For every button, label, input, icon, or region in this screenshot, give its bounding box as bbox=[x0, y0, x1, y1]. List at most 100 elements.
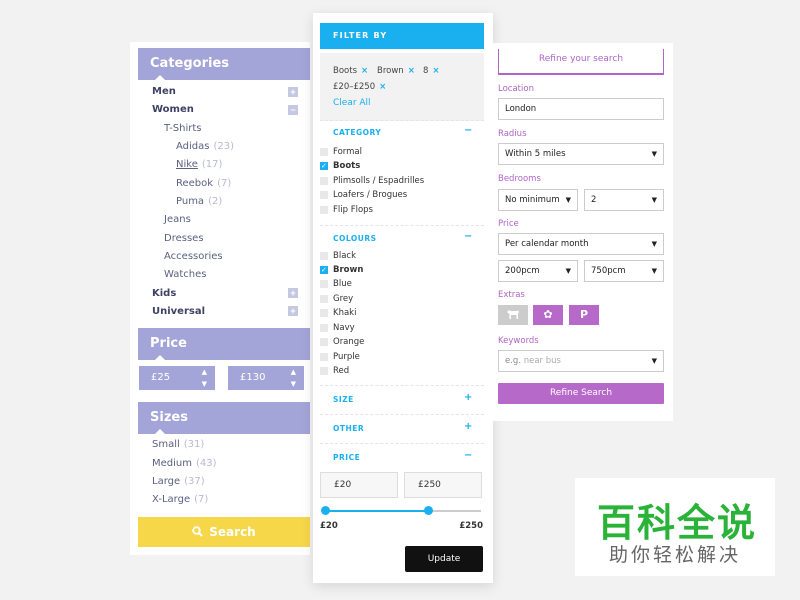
size-section-title[interactable]: SIZE bbox=[333, 395, 354, 404]
option-label: Grey bbox=[333, 294, 354, 304]
price-max-select[interactable]: 750pcm ▼ bbox=[584, 260, 664, 282]
update-button[interactable]: Update bbox=[405, 546, 483, 572]
divider bbox=[320, 443, 484, 444]
other-section-title[interactable]: OTHER bbox=[333, 424, 364, 433]
pets-toggle[interactable] bbox=[498, 305, 528, 325]
checkbox[interactable] bbox=[320, 295, 328, 303]
location-input[interactable]: London bbox=[498, 98, 664, 120]
option-label: Navy bbox=[333, 323, 355, 333]
category-tshirts[interactable]: T-Shirts bbox=[164, 122, 202, 136]
category-accessories[interactable]: Accessories bbox=[164, 250, 223, 264]
brand-reebok[interactable]: Reebok (7) bbox=[176, 177, 231, 191]
checkbox[interactable] bbox=[320, 177, 328, 185]
flower-icon: ✿ bbox=[543, 308, 553, 321]
filter-chip-boots[interactable]: Boots × bbox=[333, 66, 368, 76]
category-jeans[interactable]: Jeans bbox=[164, 213, 191, 227]
search-label: Search bbox=[209, 525, 256, 539]
checkbox[interactable] bbox=[320, 280, 328, 288]
price-slider-range bbox=[325, 510, 429, 512]
filter-chip-size[interactable]: 8 × bbox=[423, 66, 440, 76]
checkbox[interactable] bbox=[320, 338, 328, 346]
bedrooms-max-select[interactable]: 2 ▼ bbox=[584, 189, 664, 211]
size-medium[interactable]: Medium (43) bbox=[152, 457, 217, 471]
price-min-input[interactable]: £20 bbox=[320, 472, 398, 498]
option-label: Khaki bbox=[333, 308, 357, 318]
collapse-price-icon[interactable]: − bbox=[464, 450, 472, 461]
checkbox[interactable] bbox=[320, 206, 328, 214]
checkbox[interactable] bbox=[320, 191, 328, 199]
collapse-women-icon[interactable]: − bbox=[288, 105, 298, 115]
expand-size-icon[interactable]: + bbox=[464, 392, 472, 403]
brand-label: Puma bbox=[176, 196, 205, 207]
category-dresses[interactable]: Dresses bbox=[164, 232, 204, 246]
brand-adidas[interactable]: Adidas (23) bbox=[176, 140, 234, 154]
category-kids[interactable]: Kids bbox=[152, 287, 176, 301]
option-label: Black bbox=[333, 251, 356, 261]
category-men[interactable]: Men bbox=[152, 85, 176, 99]
price-min-value: £25 bbox=[151, 372, 171, 383]
clear-all-link[interactable]: Clear All bbox=[333, 98, 371, 108]
checkbox[interactable] bbox=[320, 309, 328, 317]
price-slider-min-handle[interactable] bbox=[321, 506, 330, 515]
checkbox[interactable] bbox=[320, 324, 328, 332]
chevron-down-icon: ▼ bbox=[651, 240, 657, 248]
parking-icon: P bbox=[579, 308, 589, 321]
collapse-category-icon[interactable]: − bbox=[464, 125, 472, 136]
filter-chip-price[interactable]: £20–£250 × bbox=[333, 82, 386, 92]
expand-other-icon[interactable]: + bbox=[464, 421, 472, 432]
brand-label: Nike bbox=[176, 159, 198, 170]
brand-label: Adidas bbox=[176, 141, 210, 152]
filter-by-header: FILTER BY bbox=[320, 23, 484, 49]
checkbox[interactable] bbox=[320, 353, 328, 361]
refine-search-button[interactable]: Refine Search bbox=[498, 383, 664, 404]
option-label: Boots bbox=[333, 161, 361, 171]
keywords-input[interactable]: e.g. near bus ▼ bbox=[498, 350, 664, 372]
search-button[interactable]: Search bbox=[138, 517, 310, 547]
remove-chip-icon[interactable]: × bbox=[432, 66, 439, 76]
category-universal[interactable]: Universal bbox=[152, 305, 205, 319]
garden-toggle[interactable]: ✿ bbox=[533, 305, 563, 325]
price-min-select[interactable]: 200pcm ▼ bbox=[498, 260, 578, 282]
price-max-select[interactable]: £130 ▲ ▼ bbox=[228, 366, 304, 390]
filter-chip-brown[interactable]: Brown × bbox=[377, 66, 415, 76]
size-large[interactable]: Large (37) bbox=[152, 475, 205, 489]
brand-nike[interactable]: Nike (17) bbox=[176, 158, 222, 172]
checkbox[interactable] bbox=[320, 252, 328, 260]
category-watches[interactable]: Watches bbox=[164, 268, 207, 282]
collapse-colours-icon[interactable]: − bbox=[464, 231, 472, 242]
checkbox-checked[interactable] bbox=[320, 264, 328, 276]
checkbox-checked[interactable] bbox=[320, 160, 328, 172]
price-max-value: £130 bbox=[240, 372, 266, 383]
bedrooms-min-select[interactable]: No minimum ▼ bbox=[498, 189, 578, 211]
expand-men-icon[interactable]: + bbox=[288, 87, 298, 97]
brand-label: Reebok bbox=[176, 178, 214, 189]
radius-select[interactable]: Within 5 miles ▼ bbox=[498, 143, 664, 165]
colours-section-title[interactable]: COLOURS bbox=[333, 234, 377, 243]
chevron-down-icon: ▼ bbox=[651, 267, 657, 275]
category-section-title[interactable]: CATEGORY bbox=[333, 128, 381, 137]
remove-chip-icon[interactable]: × bbox=[361, 66, 368, 76]
size-xlarge[interactable]: X-Large (7) bbox=[152, 493, 208, 507]
option-label: Formal bbox=[333, 147, 362, 157]
size-small[interactable]: Small (31) bbox=[152, 438, 204, 452]
chevron-down-icon: ▼ bbox=[651, 150, 657, 158]
price-slider-max-handle[interactable] bbox=[424, 506, 433, 515]
price-header: Price bbox=[138, 328, 310, 361]
search-icon bbox=[192, 517, 203, 547]
price-max-input[interactable]: £250 bbox=[404, 472, 482, 498]
checkbox[interactable] bbox=[320, 148, 328, 156]
checkbox[interactable] bbox=[320, 367, 328, 375]
remove-chip-icon[interactable]: × bbox=[379, 82, 386, 92]
price-period-select[interactable]: Per calendar month ▼ bbox=[498, 233, 664, 255]
category-women[interactable]: Women bbox=[152, 103, 194, 117]
option-label: Brown bbox=[333, 265, 364, 275]
size-count: (37) bbox=[184, 476, 205, 487]
expand-kids-icon[interactable]: + bbox=[288, 288, 298, 298]
price-section-title[interactable]: PRICE bbox=[333, 453, 360, 462]
brand-puma[interactable]: Puma (2) bbox=[176, 195, 222, 209]
expand-universal-icon[interactable]: + bbox=[288, 306, 298, 316]
option-label: Red bbox=[333, 366, 350, 376]
parking-toggle[interactable]: P bbox=[569, 305, 599, 325]
price-min-select[interactable]: £25 ▲ ▼ bbox=[139, 366, 215, 390]
remove-chip-icon[interactable]: × bbox=[408, 66, 415, 76]
